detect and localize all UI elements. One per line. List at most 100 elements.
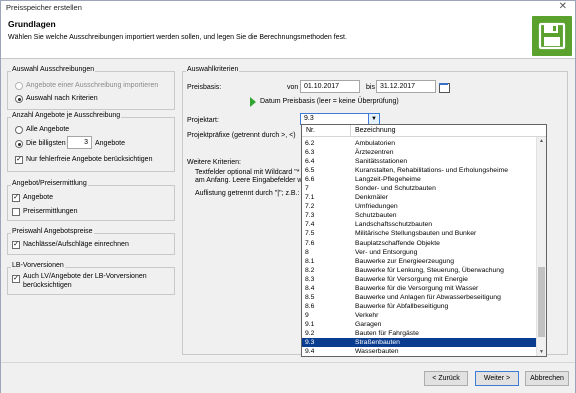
dropdown-row[interactable]: 7.3 Schutzbauten xyxy=(302,211,536,220)
radio-auswahl-kriterien[interactable] xyxy=(15,95,23,103)
radio-auswahl-kriterien-label: Auswahl nach Kriterien xyxy=(26,95,98,102)
dropdown-row[interactable]: 9 Verkehr xyxy=(302,311,536,320)
cheapest-count-input[interactable]: 3 xyxy=(67,136,92,149)
row-nr: 8.5 xyxy=(305,293,315,301)
checkbox-lb-vorversionen[interactable]: ✓ xyxy=(12,275,20,283)
radio-import-angebote-label: Angebote einer Ausschreibung importieren xyxy=(26,82,159,89)
dropdown-scrollbar[interactable]: ▲ ▼ xyxy=(536,137,546,356)
row-bezeichnung: Bauplatzschaffende Objekte xyxy=(355,239,440,247)
datum-hint: Datum Preisbasis (leer = keine Überprüfu… xyxy=(260,98,399,105)
dropdown-rows: 6.2 Ambulatorien 6.3 Ärztezentren 6.4 Sanität… xyxy=(302,139,536,357)
group-lb-vorversionen xyxy=(7,267,175,295)
preisbasis-label: Preisbasis: xyxy=(187,84,222,91)
dropdown-row[interactable]: 9.5 Schienenwege, Seilbahnen xyxy=(302,356,536,357)
row-bezeichnung: Verkehr xyxy=(355,311,379,319)
checkbox-preisermittlungen-label: Preisermittlungen xyxy=(23,208,78,215)
row-bezeichnung: Bauwerke für Versorgung mit Energie xyxy=(355,275,468,283)
bis-date-input[interactable]: 31.12.2017 xyxy=(376,80,436,93)
dropdown-row[interactable]: 8.2 Bauwerke für Lenkung, Steuerung, Über… xyxy=(302,266,536,275)
projektart-dropdown-list[interactable]: Nr. Bezeichnung 6.2 Ambulatorien 6.3 Ärztez… xyxy=(301,124,547,357)
von-date-input[interactable]: 01.10.2017 xyxy=(300,80,360,93)
row-nr: 9.2 xyxy=(305,329,315,337)
checkbox-angebote-label: Angebote xyxy=(23,194,53,201)
dropdown-row[interactable]: 8.5 Bauwerke und Anlagen für Abwasserbese… xyxy=(302,293,536,302)
page-subtitle: Wählen Sie welche Ausschreibungen import… xyxy=(8,34,347,41)
dropdown-row[interactable]: 6.4 Sanitätsstationen xyxy=(302,157,536,166)
dropdown-row[interactable]: 7.2 Umfriedungen xyxy=(302,202,536,211)
row-nr: 9.1 xyxy=(305,320,315,328)
group-label-angebot: Angebot/Preisermittlung xyxy=(11,180,88,187)
auflistung-hint: Auflistung getrennt durch "|"; z.B.: xyxy=(195,190,300,197)
row-bezeichnung: Straßenbauten xyxy=(355,339,400,347)
row-bezeichnung: Bauwerke für Abfallbeseitigung xyxy=(355,302,449,310)
dropdown-row[interactable]: 7.1 Denkmäler xyxy=(302,193,536,202)
dropdown-row[interactable]: 6.2 Ambulatorien xyxy=(302,139,536,148)
row-nr: 7 xyxy=(305,185,309,193)
window-title: Preisspeicher erstellen xyxy=(6,3,82,12)
radio-alle-angebote[interactable] xyxy=(15,126,23,134)
checkbox-preisermittlungen[interactable] xyxy=(12,208,20,216)
row-bezeichnung: Bauwerke zur Energieerzeugung xyxy=(355,257,454,265)
row-nr: 7.1 xyxy=(305,194,315,202)
checkbox-nachlaesse[interactable]: ✓ xyxy=(12,241,20,249)
group-label-kriterien: Auswahlkriterien xyxy=(186,66,240,73)
checkbox-fehlerfrei[interactable]: ✓ xyxy=(15,156,23,164)
row-nr: 6.4 xyxy=(305,158,315,166)
weitere-hint-line1: Textfelder optional mit Wildcard "* xyxy=(195,169,300,176)
dropdown-row[interactable]: 6.3 Ärztezentren xyxy=(302,148,536,157)
checkbox-lb-label-line1: Auch LV/Angebote der LB-Vorversionen xyxy=(23,273,147,280)
column-header-bezeichnung: Bezeichnung xyxy=(355,127,396,134)
radio-billigsten[interactable] xyxy=(15,140,23,148)
dropdown-row[interactable]: 9.3 Straßenbauten xyxy=(302,338,536,348)
row-bezeichnung: Ver- und Entsorgung xyxy=(355,248,418,256)
row-nr: 8 xyxy=(305,248,309,256)
weitere-kriterien-label: Weitere Kriterien: xyxy=(187,159,241,166)
dropdown-row[interactable]: 8.3 Bauwerke für Versorgung mit Energie xyxy=(302,275,536,284)
row-bezeichnung: Ärztezentren xyxy=(355,149,394,157)
row-nr: 8.3 xyxy=(305,275,315,283)
dropdown-row[interactable]: 7.5 Militärische Stellungsbauten und Bunk… xyxy=(302,229,536,238)
dropdown-row[interactable]: 8.1 Bauwerke zur Energieerzeugung xyxy=(302,257,536,266)
row-bezeichnung: Bauten für Fahrgäste xyxy=(355,329,419,337)
row-nr: 9.4 xyxy=(305,348,315,356)
calendar-icon[interactable] xyxy=(438,81,450,93)
dropdown-row[interactable]: 9.1 Garagen xyxy=(302,320,536,329)
row-nr: 8.2 xyxy=(305,266,315,274)
projektart-value: 9.3 xyxy=(304,115,314,122)
row-bezeichnung: Denkmäler xyxy=(355,194,388,202)
cancel-button[interactable]: Abbrechen xyxy=(525,371,569,386)
radio-import-angebote[interactable] xyxy=(15,82,23,90)
arrow-right-icon xyxy=(250,97,256,107)
scrollbar-thumb[interactable] xyxy=(538,267,545,337)
dropdown-row[interactable]: 7.4 Landschaftsschutzbauten xyxy=(302,220,536,229)
dropdown-row[interactable]: 8.4 Bauwerke für die Versorgung mit Wasse… xyxy=(302,284,536,293)
dropdown-row[interactable]: 6.6 Langzeit-Pflegeheime xyxy=(302,175,536,184)
row-nr: 7.4 xyxy=(305,221,315,229)
save-icon xyxy=(532,16,572,56)
dropdown-row[interactable]: 9.4 Wasserbauten xyxy=(302,347,536,356)
dropdown-row[interactable]: 7 Sonder- und Schutzbauten xyxy=(302,184,536,193)
column-header-nr: Nr. xyxy=(306,127,315,134)
row-bezeichnung: Landschaftsschutzbauten xyxy=(355,221,433,229)
dropdown-row[interactable]: 8 Ver- und Entsorgung xyxy=(302,248,536,257)
dropdown-row[interactable]: 9.2 Bauten für Fahrgäste xyxy=(302,329,536,338)
checkbox-angebote[interactable]: ✓ xyxy=(12,194,20,202)
back-button[interactable]: < Zurück xyxy=(424,371,468,386)
group-label-anzahl: Anzahl Angebote je Ausschreibung xyxy=(11,112,122,119)
dropdown-row[interactable]: 8.6 Bauwerke für Abfallbeseitigung xyxy=(302,302,536,311)
scroll-down-icon[interactable]: ▼ xyxy=(537,348,546,356)
row-bezeichnung: Sanitätsstationen xyxy=(355,158,408,166)
bis-label: bis xyxy=(366,84,375,91)
row-nr: 7.5 xyxy=(305,230,315,238)
row-bezeichnung: Kuranstalten, Rehabilitations- und Erhol… xyxy=(355,167,509,175)
row-nr: 6.3 xyxy=(305,149,315,157)
next-button[interactable]: Weiter > xyxy=(475,371,519,386)
close-icon[interactable]: ✕ xyxy=(559,1,567,12)
dropdown-row[interactable]: 7.6 Bauplatzschaffende Objekte xyxy=(302,239,536,248)
row-bezeichnung: Schutzbauten xyxy=(355,212,397,220)
chevron-down-icon[interactable]: ▼ xyxy=(368,114,379,124)
scroll-up-icon[interactable]: ▲ xyxy=(537,137,546,146)
projektpraefixe-label: Projektpräfixe (getrennt durch >, <) xyxy=(187,132,296,139)
dropdown-row[interactable]: 6.5 Kuranstalten, Rehabilitations- und Er… xyxy=(302,166,536,175)
group-label-lb: LB-Vorversionen xyxy=(11,262,65,269)
